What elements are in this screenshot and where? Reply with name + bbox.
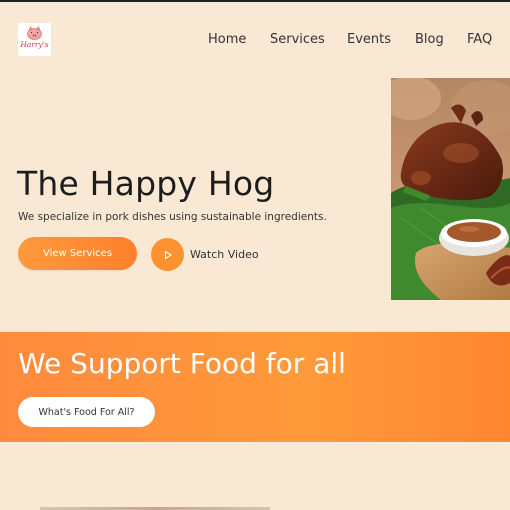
main-nav: Home Services Events Blog FAQ: [0, 31, 510, 49]
nav-events[interactable]: Events: [347, 31, 391, 49]
play-icon: [164, 250, 172, 259]
top-border: [0, 0, 510, 2]
hero-subtitle: We specialize in pork dishes using susta…: [18, 211, 327, 223]
food-for-all-banner: We Support Food for all What's Food For …: [0, 332, 510, 442]
hero-title: The Happy Hog: [17, 164, 275, 203]
nav-home[interactable]: Home: [208, 31, 246, 49]
watch-video-link[interactable]: Watch Video: [190, 248, 259, 261]
whats-food-for-all-button[interactable]: What's Food For All?: [18, 397, 155, 427]
nav-faq[interactable]: FAQ: [467, 31, 492, 49]
nav-services[interactable]: Services: [270, 31, 325, 49]
play-video-button[interactable]: [151, 238, 184, 271]
nav-blog[interactable]: Blog: [415, 31, 444, 49]
hero-food-image: [391, 78, 510, 300]
banner-title: We Support Food for all: [18, 347, 346, 380]
view-services-button[interactable]: View Services: [18, 237, 137, 270]
